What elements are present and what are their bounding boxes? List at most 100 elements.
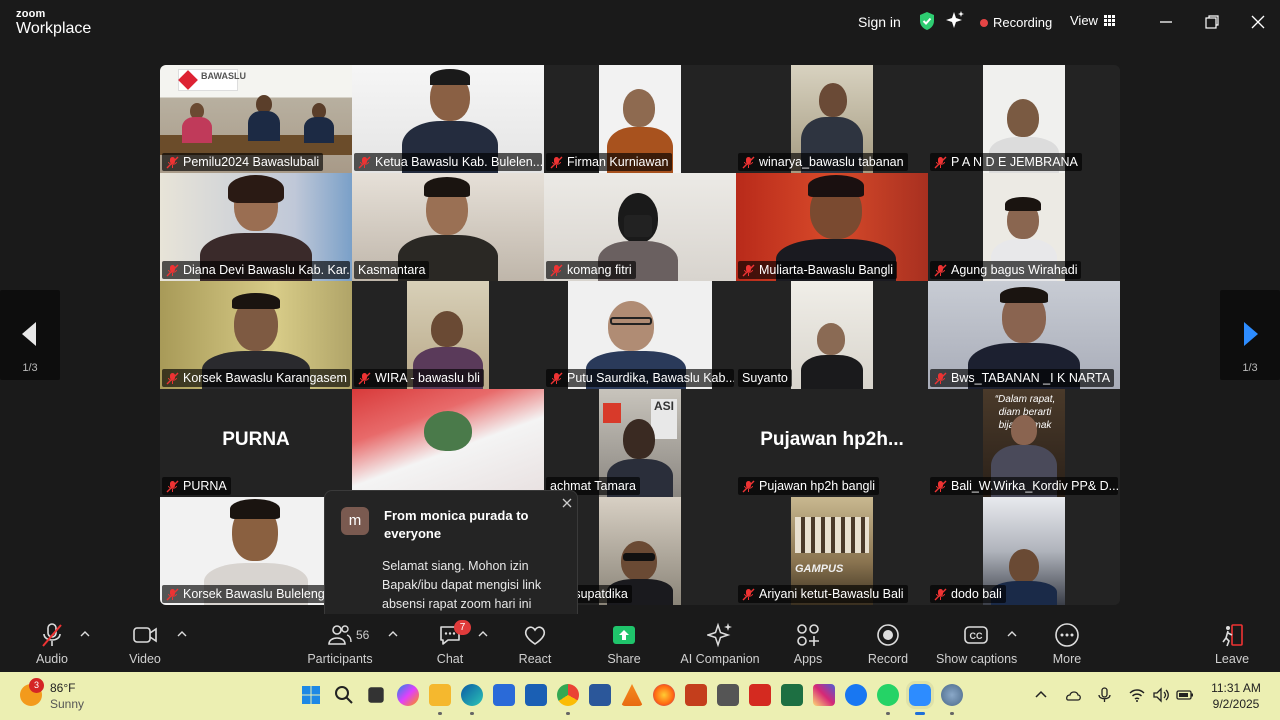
participant-name-label: WIRA - bawaslu bli	[354, 369, 484, 387]
view-button[interactable]: View	[1070, 13, 1116, 28]
chrome-browser-icon[interactable]	[557, 684, 579, 715]
editor-app-icon[interactable]	[525, 684, 547, 706]
sign-in-button[interactable]: Sign in	[858, 14, 901, 30]
participants-options-caret-icon[interactable]	[388, 630, 398, 638]
logo-zoom-text: zoom	[16, 8, 46, 20]
participant-tile[interactable]: PURNA PURNA	[160, 389, 352, 497]
share-button[interactable]: Share	[584, 622, 664, 670]
apps-label: Apps	[793, 652, 823, 666]
battery-icon[interactable]	[1176, 686, 1194, 704]
chat-options-caret-icon[interactable]	[478, 630, 488, 638]
more-label: More	[1052, 652, 1082, 666]
system-clock[interactable]: 11:31 AM 9/2/2025	[1200, 680, 1272, 712]
file-explorer-icon[interactable]	[429, 684, 451, 715]
facebook-icon[interactable]	[845, 684, 867, 706]
participant-name: P A N D E JEMBRANA	[951, 155, 1078, 169]
store-icon[interactable]	[493, 684, 515, 706]
participant-tile[interactable]	[352, 389, 544, 497]
microphone-tray-icon[interactable]	[1096, 686, 1114, 704]
video-button[interactable]: Video	[105, 622, 185, 670]
participant-tile[interactable]: P A N D E JEMBRANA	[928, 65, 1120, 173]
copilot-icon[interactable]	[397, 684, 419, 706]
participant-tile[interactable]: GAMPUS Ariyani ketut-Bawaslu Bali	[736, 497, 928, 605]
participant-tile[interactable]: Putu Saurdika, Bawaslu Kab....	[544, 281, 736, 389]
participant-tile[interactable]: Muliarta-Bawaslu Bangli	[736, 173, 928, 281]
minimize-icon[interactable]	[1156, 12, 1176, 32]
participant-tile[interactable]: Diana Devi Bawaslu Kab. Kar...	[160, 173, 352, 281]
participant-tile[interactable]: Bws_TABANAN _I K NARTA	[928, 281, 1120, 389]
windows-start-icon[interactable]	[300, 684, 322, 706]
ai-companion-button[interactable]: AI Companion	[680, 622, 760, 670]
temperature: 86°F	[50, 681, 76, 695]
apps-button[interactable]: Apps	[768, 622, 848, 670]
muted-mic-icon	[166, 156, 179, 168]
captions-options-caret-icon[interactable]	[1007, 630, 1017, 638]
encryption-shield-icon[interactable]	[918, 11, 936, 31]
show-hidden-icons-chevron-icon[interactable]	[1032, 686, 1050, 704]
zoom-workplace-logo: zoom Workplace	[16, 9, 91, 37]
participant-name-label: Ketua Bawaslu Kab. Bulelen...	[354, 153, 542, 171]
video-options-caret-icon[interactable]	[177, 630, 187, 638]
weather-widget[interactable]: 3 86°F Sunny	[20, 678, 84, 712]
restore-window-icon[interactable]	[1202, 12, 1222, 32]
leave-button[interactable]: Leave	[1192, 622, 1272, 670]
audio-options-caret-icon[interactable]	[80, 630, 90, 638]
search-icon[interactable]	[333, 684, 355, 706]
participant-name-label: Putu Saurdika, Bawaslu Kab....	[546, 369, 734, 387]
participant-name-label: Kasmantara	[354, 261, 430, 279]
participant-tile[interactable]: Suyanto	[736, 281, 928, 389]
muted-mic-icon	[166, 588, 179, 600]
close-window-icon[interactable]	[1248, 12, 1268, 32]
participants-label: Participants	[307, 652, 373, 666]
muted-mic-icon	[934, 480, 947, 492]
participant-tile[interactable]: “Dalam rapat, diam berarti bijak mimak B…	[928, 389, 1120, 497]
participant-tile[interactable]: Ketua Bawaslu Kab. Bulelen...	[352, 65, 544, 173]
vlc-icon[interactable]	[621, 684, 643, 706]
excel-icon[interactable]	[781, 684, 803, 706]
participant-name-label: Korsek Bawaslu Karangasem	[162, 369, 350, 387]
participant-tile[interactable]: Pujawan hp2h... Pujawan hp2h bangli	[736, 389, 928, 497]
title-bar: zoom Workplace Sign in Recording View	[0, 0, 1280, 44]
react-button[interactable]: React	[495, 622, 575, 670]
recording-indicator[interactable]: Recording	[980, 15, 1052, 30]
edge-browser-icon[interactable]	[461, 684, 483, 715]
grid-view-icon	[1103, 14, 1116, 27]
volume-icon[interactable]	[1152, 686, 1170, 704]
participant-name: Diana Devi Bawaslu Kab. Kar...	[183, 263, 350, 277]
participant-tile[interactable]: Agung bagus Wirahadi	[928, 173, 1120, 281]
recording-dot-icon	[980, 18, 988, 27]
participant-tile[interactable]: BAWASLU Pemilu2024 Bawaslubali	[160, 65, 352, 173]
participant-name-label: Pemilu2024 Bawaslubali	[162, 153, 324, 171]
more-button[interactable]: More	[1027, 622, 1107, 670]
participant-tile[interactable]: winarya_bawaslu tabanan	[736, 65, 928, 173]
show-captions-label: Show captions	[936, 652, 1018, 666]
instagram-icon[interactable]	[813, 684, 835, 706]
chevron-right-icon	[1244, 322, 1258, 346]
ai-sparkle-icon[interactable]	[946, 11, 964, 29]
show-captions-button[interactable]: CC Show captions	[936, 622, 1018, 670]
zoom-taskbar-icon[interactable]	[906, 681, 934, 715]
record-button[interactable]: Record	[848, 622, 928, 670]
word-icon[interactable]	[589, 684, 611, 706]
participant-tile[interactable]: ASI achmat Tamara	[544, 389, 736, 497]
wifi-icon[interactable]	[1128, 686, 1146, 704]
participant-tile-active-speaker[interactable]: Kasmantara	[352, 173, 544, 281]
participant-tile[interactable]: komang fitri	[544, 173, 736, 281]
whatsapp-icon[interactable]	[877, 684, 899, 715]
media-app-icon[interactable]	[717, 684, 739, 706]
task-view-icon[interactable]	[368, 687, 384, 703]
settings-gear-icon[interactable]	[941, 684, 963, 715]
close-icon[interactable]	[561, 497, 573, 509]
participant-tile[interactable]: WIRA - bawaslu bli	[352, 281, 544, 389]
pdf-reader-icon[interactable]	[749, 684, 771, 706]
powerpoint-icon[interactable]	[685, 684, 707, 706]
onedrive-cloud-icon[interactable]	[1064, 686, 1082, 704]
previous-page-button[interactable]: 1/3	[0, 290, 60, 380]
firefox-icon[interactable]	[653, 684, 675, 706]
participant-tile[interactable]: dodo bali	[928, 497, 1120, 605]
ai-companion-label: AI Companion	[680, 652, 760, 666]
next-page-button[interactable]: 1/3	[1220, 290, 1280, 380]
participant-tile[interactable]: Korsek Bawaslu Karangasem	[160, 281, 352, 389]
participant-tile[interactable]: Firman Kurniawan	[544, 65, 736, 173]
recording-label: Recording	[993, 15, 1053, 30]
